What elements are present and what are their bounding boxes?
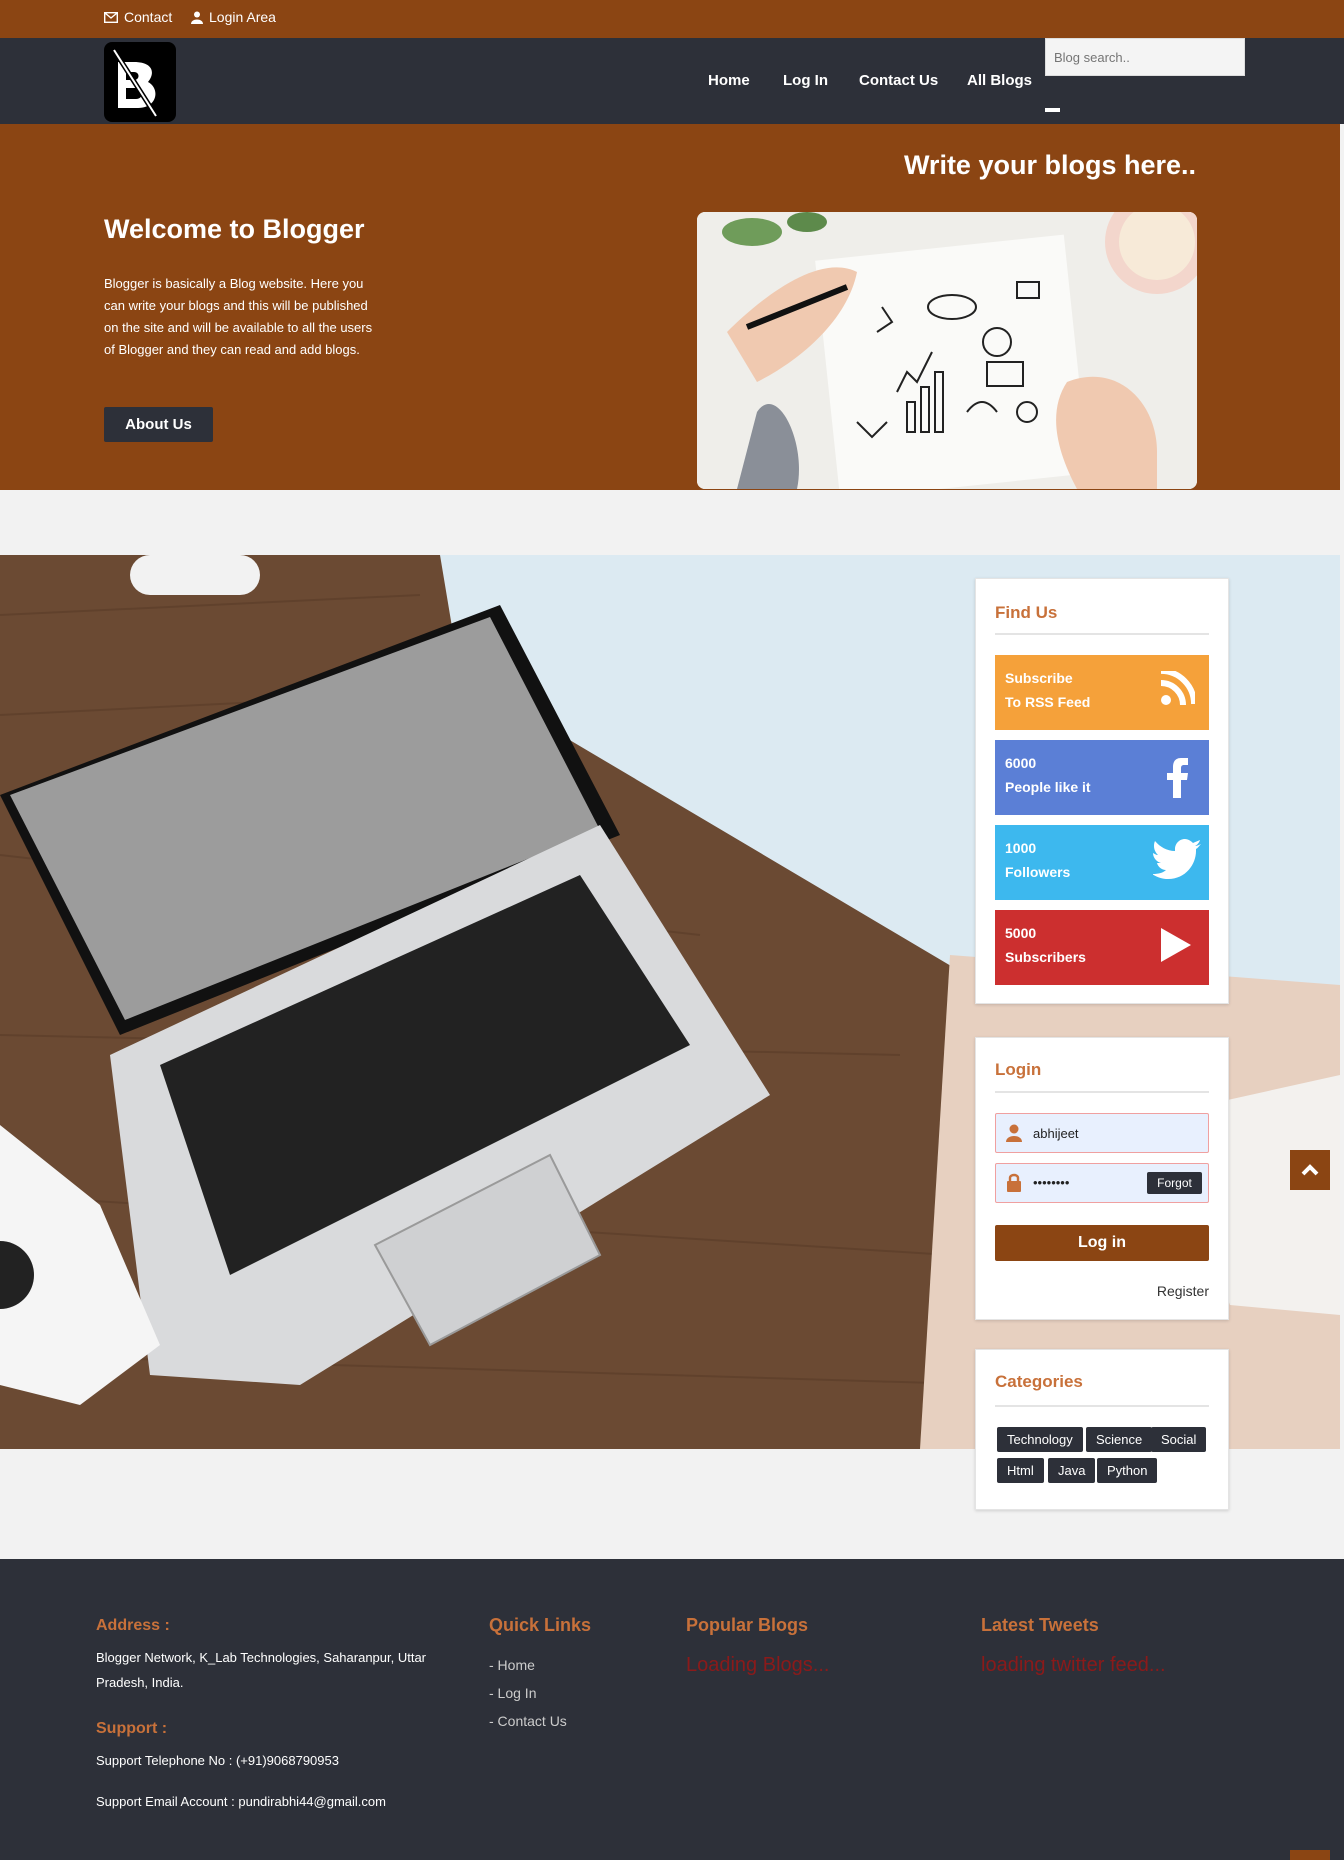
hero-sketch-image (697, 212, 1197, 489)
footer-support-title: Support : (96, 1720, 168, 1737)
rss-subscribe-button[interactable]: Subscribe To RSS Feed (995, 655, 1209, 730)
widget-divider (995, 1091, 1209, 1093)
footer-email: Support Email Account : pundirabhi44@gma… (96, 1794, 386, 1809)
footer-scroll-tab[interactable] (1290, 1850, 1330, 1860)
login-title: Login (995, 1060, 1042, 1079)
quick-links-title: Quick Links (489, 1615, 592, 1635)
category-tag-java[interactable]: Java (1048, 1458, 1096, 1483)
facebook-count: 6000 (1005, 755, 1037, 771)
lock-icon (1007, 1173, 1021, 1197)
password-field[interactable]: •••••••• Forgot (995, 1163, 1209, 1203)
password-value: •••••••• (1033, 1175, 1070, 1190)
youtube-play-icon (1161, 928, 1191, 965)
twitter-count: 1000 (1005, 840, 1037, 856)
facebook-icon (1167, 758, 1189, 801)
nav-contact-us[interactable]: Contact Us (859, 72, 938, 89)
rss-icon (1160, 668, 1197, 708)
about-us-button[interactable]: About Us (104, 407, 213, 442)
widget-divider (995, 1405, 1209, 1407)
category-tag-html[interactable]: Html (997, 1458, 1044, 1483)
twitter-label: Followers (1005, 864, 1071, 880)
footer-address-title: Address : (96, 1617, 170, 1634)
find-us-title: Find Us (995, 603, 1058, 622)
footer: Address : Blogger Network, K_Lab Technol… (0, 1559, 1344, 1860)
nav-home[interactable]: Home (708, 72, 750, 89)
twitter-icon (1152, 839, 1201, 882)
categories-widget: Categories Technology Science Social Htm… (975, 1349, 1229, 1510)
category-tag-technology[interactable]: Technology (997, 1427, 1083, 1452)
category-tag-social[interactable]: Social (1151, 1427, 1207, 1452)
twitter-follow-button[interactable]: 1000 Followers (995, 825, 1209, 900)
rss-line2: To RSS Feed (1005, 694, 1091, 710)
widget-divider (995, 633, 1209, 635)
main-navbar: Home Log In Contact Us All Blogs (0, 38, 1344, 124)
quick-link-contact[interactable]: - Contact Us (489, 1713, 567, 1729)
find-us-widget: Find Us Subscribe To RSS Feed 6000 Peopl… (975, 578, 1229, 1004)
youtube-label: Subscribers (1005, 949, 1086, 965)
latest-tweets-loading: loading twitter feed... (981, 1654, 1166, 1676)
latest-tweets-title: Latest Tweets (981, 1615, 1099, 1635)
login-area-label: Login Area (209, 9, 276, 25)
hero-tagline: Write your blogs here.. (903, 150, 1196, 180)
popular-blogs-title: Popular Blogs (686, 1615, 809, 1635)
username-field[interactable]: abhijeet (995, 1113, 1209, 1153)
footer-phone: Support Telephone No : (+91)9068790953 (96, 1753, 339, 1768)
quick-link-home[interactable]: - Home (489, 1657, 535, 1673)
nav-all-blogs[interactable]: All Blogs (967, 72, 1032, 89)
chevron-up-icon (1301, 1164, 1319, 1176)
categories-title: Categories (995, 1372, 1083, 1391)
contact-link[interactable]: Contact (104, 9, 172, 25)
category-tag-python[interactable]: Python (1097, 1458, 1158, 1483)
blog-search-input[interactable] (1045, 38, 1245, 76)
top-bar: Contact Login Area (0, 0, 1344, 38)
category-tag-science[interactable]: Science (1086, 1427, 1153, 1452)
youtube-subscribe-button[interactable]: 5000 Subscribers (995, 910, 1209, 985)
blogger-logo[interactable] (104, 42, 176, 122)
forgot-password-button[interactable]: Forgot (1147, 1172, 1202, 1194)
username-value: abhijeet (1033, 1126, 1079, 1141)
popular-blogs-loading: Loading Blogs... (686, 1654, 830, 1676)
contact-label: Contact (124, 9, 173, 25)
login-widget: Login abhijeet •••••••• Forgot Log in Re… (975, 1037, 1229, 1320)
facebook-like-button[interactable]: 6000 People like it (995, 740, 1209, 815)
login-area-link[interactable]: Login Area (191, 9, 276, 25)
rss-line1: Subscribe (1005, 670, 1073, 686)
quick-link-login[interactable]: - Log In (489, 1685, 536, 1701)
hero-title: Welcome to Blogger (104, 214, 365, 244)
login-button[interactable]: Log in (995, 1225, 1209, 1261)
youtube-count: 5000 (1005, 925, 1037, 941)
scroll-to-top-button[interactable] (1290, 1150, 1330, 1190)
user-icon (191, 11, 203, 24)
hero-description: Blogger is basically a Blog website. Her… (104, 276, 373, 357)
user-icon (1006, 1124, 1022, 1147)
hero-section: Write your blogs here.. Welcome to Blogg… (0, 124, 1340, 490)
nav-toggle-indicator[interactable] (1045, 108, 1060, 112)
register-link[interactable]: Register (1157, 1283, 1209, 1299)
envelope-icon (104, 11, 118, 23)
facebook-label: People like it (1005, 779, 1091, 795)
footer-address: Blogger Network, K_Lab Technologies, Sah… (96, 1650, 427, 1690)
nav-login[interactable]: Log In (783, 72, 828, 89)
